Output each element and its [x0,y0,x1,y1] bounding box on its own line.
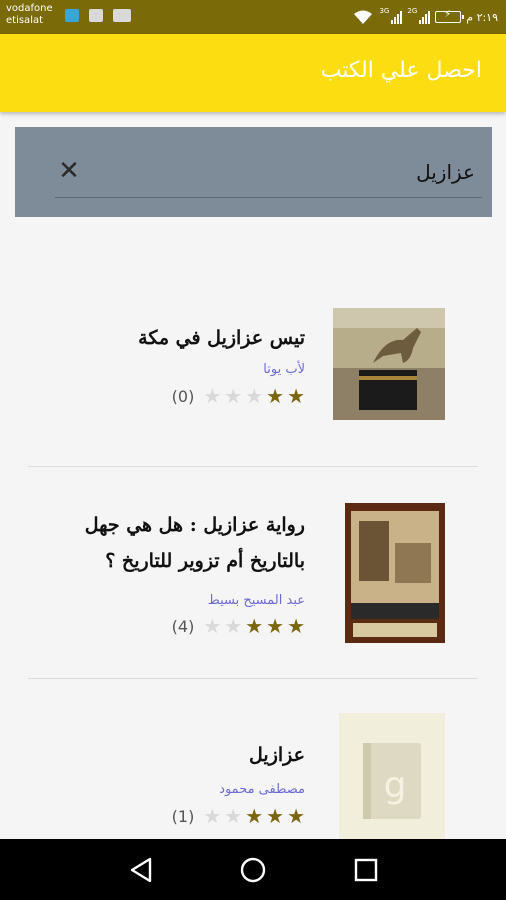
book-title-line: رواية عزازيل : هل هي جهل [84,514,305,536]
clock: ٢:١٩ م [466,10,498,24]
star-filled-icon: ★ [266,384,285,408]
rating: ★ ★ ★ ★ ★ (1) [172,806,305,826]
rating-count: (0) [171,386,195,406]
notification-icon [113,9,131,22]
usb-icon [65,9,79,22]
search-box: ✕ [15,127,492,217]
book-title-line: تيس عزازيل في مكة [138,327,305,349]
rating-count: (4) [171,616,195,636]
page-title: احصل علي الكتب [320,58,482,83]
star-empty-icon: ★ [224,804,243,828]
star-empty-icon: ★ [224,614,243,638]
book-title-line: عزازيل [249,744,305,766]
signal-2-icon [419,10,431,24]
star-filled-icon: ★ [287,384,305,408]
book-author[interactable]: عبد المسيح بسيط [208,593,305,608]
clear-search-button[interactable]: ✕ [55,156,83,186]
svg-text:g: g [384,765,407,806]
book-title-line: بالتاريخ أم تزوير للتاريخ ؟ [105,550,305,572]
book-author[interactable]: مصطفى محمود [219,782,305,797]
book-title: عزازيل [249,737,305,773]
goat-kaaba-image [333,308,445,420]
network-type-1: 3G [379,7,390,15]
book-title: تيس عزازيل في مكة [138,320,305,356]
carrier-line-1: vodafone [6,3,53,14]
divider [28,466,478,467]
book-author[interactable]: لأب يوتا [263,362,305,377]
book-title: رواية عزازيل : هل هي جهل بالتاريخ أم تزو… [85,507,305,579]
star-empty-icon: ★ [203,804,222,828]
status-indicators: 3G 2G ⚡ ٢:١٩ م [352,7,498,27]
star-filled-icon: ★ [245,614,264,638]
list-item[interactable]: g عزازيل مصطفى محمود ★ ★ ★ ★ ★ (1) [28,705,478,839]
carrier-label: vodafone etisalat [6,3,53,27]
image-icon [89,9,103,22]
rating-count: (1) [171,806,195,826]
book-cover [333,308,445,424]
carrier-line-2: etisalat [6,15,44,26]
star-empty-icon: ★ [203,614,222,638]
star-filled-icon: ★ [287,614,305,638]
home-icon[interactable] [237,855,269,885]
status-bar: vodafone etisalat 3G 2G ⚡ ٢:١٩ م [0,0,506,34]
star-filled-icon: ★ [266,804,285,828]
book-painting-image [345,503,445,643]
network-type-2: 2G [407,7,418,15]
rating: ★ ★ ★ ★ ★ (0) [172,386,305,406]
search-input[interactable] [105,153,477,191]
back-icon[interactable] [126,855,158,885]
star-empty-icon: ★ [224,384,243,408]
star-empty-icon: ★ [203,384,222,408]
app-bar: احصل علي الكتب [0,34,506,112]
signal-1-icon [391,10,403,24]
book-cover [345,503,445,647]
recents-icon[interactable] [350,855,382,885]
star-empty-icon: ★ [245,384,264,408]
rating: ★ ★ ★ ★ ★ (4) [172,616,305,636]
star-filled-icon: ★ [266,614,285,638]
navigation-bar [0,839,506,900]
list-item[interactable]: رواية عزازيل : هل هي جهل بالتاريخ أم تزو… [28,495,478,655]
star-filled-icon: ★ [245,804,264,828]
battery-icon: ⚡ [435,9,465,23]
placeholder-book-image: g [339,713,445,839]
wifi-icon [354,10,373,24]
divider [28,678,478,679]
book-cover: g [339,713,445,839]
close-icon: ✕ [58,156,80,186]
star-filled-icon: ★ [287,804,305,828]
list-item[interactable]: تيس عزازيل في مكة لأب يوتا ★ ★ ★ ★ ★ (0) [28,300,478,430]
search-underline [55,197,482,198]
